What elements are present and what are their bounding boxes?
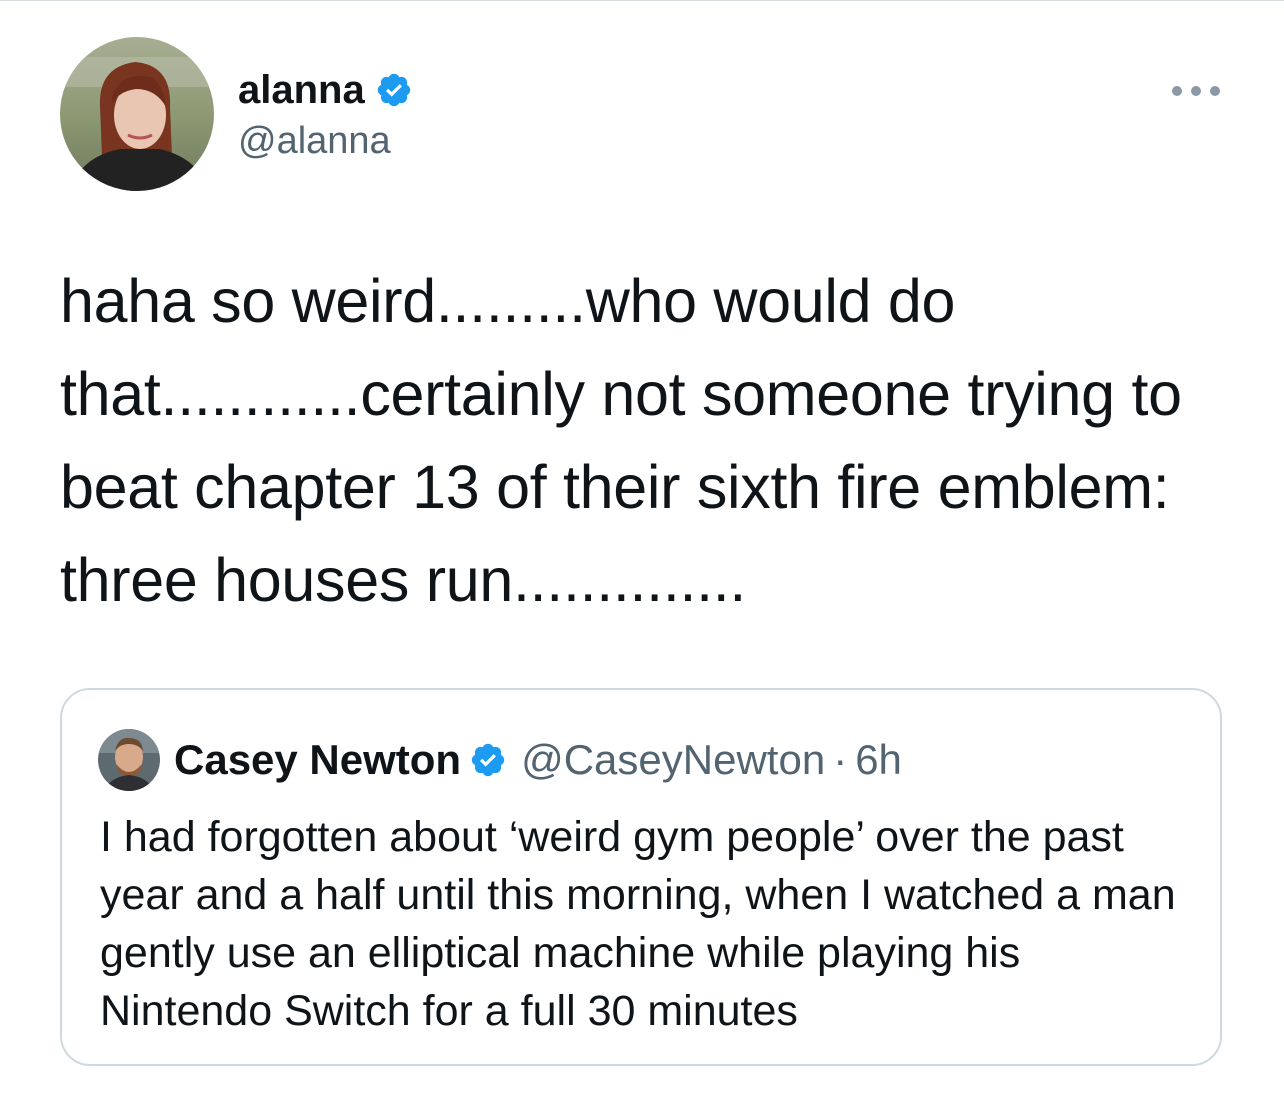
quoted-tweet-text: I had forgotten about ‘weird gym people’…	[100, 813, 1176, 1035]
author-display-name[interactable]: alanna	[238, 65, 365, 115]
dot-separator: ·	[833, 736, 848, 783]
tweet-header: alanna @alanna	[60, 37, 1224, 191]
quoted-tweet-timestamp[interactable]: 6h	[855, 736, 902, 784]
author-avatar[interactable]	[60, 37, 214, 191]
tweet-text: haha so weird.........who would do that.…	[60, 267, 1199, 614]
verified-badge-icon	[471, 743, 505, 777]
more-dot	[1172, 86, 1182, 96]
quoted-author-avatar[interactable]	[98, 729, 160, 791]
top-divider	[0, 0, 1284, 1]
author-names: alanna @alanna	[238, 65, 413, 165]
verified-badge-icon	[377, 73, 410, 107]
author-handle[interactable]: @alanna	[238, 117, 413, 165]
quoted-tweet-header: Casey Newton @CaseyNewton · 6h	[98, 729, 902, 791]
quoted-author-handle: @CaseyNewton	[521, 736, 826, 783]
quoted-tweet-card[interactable]: Casey Newton @CaseyNewton · 6h I had for…	[60, 688, 1222, 1066]
more-dot	[1191, 86, 1201, 96]
more-horizontal-icon[interactable]	[1172, 85, 1220, 97]
quoted-author-display-name: Casey Newton	[174, 736, 462, 783]
more-dot	[1210, 86, 1220, 96]
